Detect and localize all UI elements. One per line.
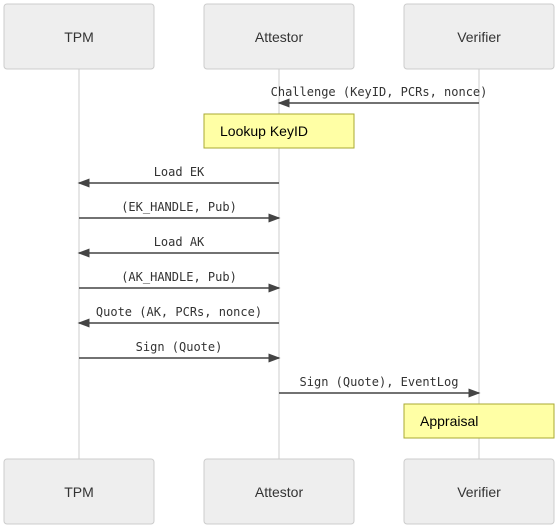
actor-label: TPM (64, 29, 94, 45)
message-label: (AK_HANDLE, Pub) (121, 270, 237, 284)
message-label: Sign (Quote), EventLog (300, 375, 459, 389)
actor-attestor-top: Attestor (203, 3, 355, 70)
note: Appraisal (403, 403, 555, 439)
actor-label: TPM (64, 484, 94, 500)
actor-tpm-bottom: TPM (3, 458, 155, 525)
actor-attestor-bottom: Attestor (203, 458, 355, 525)
actor-label: Attestor (255, 484, 304, 500)
actor-verifier-bottom: Verifier (403, 458, 555, 525)
actor-label: Verifier (457, 29, 501, 45)
actor-label: Attestor (255, 29, 304, 45)
message: Sign (Quote) (79, 340, 281, 363)
message-label: Challenge (KeyID, PCRs, nonce) (271, 85, 488, 99)
note-label: Lookup KeyID (220, 123, 308, 139)
message-label: Load AK (154, 235, 205, 249)
actor-tpm-top: TPM (3, 3, 155, 70)
message-label: Sign (Quote) (136, 340, 223, 354)
message-label: Load EK (154, 165, 205, 179)
message: Load AK (77, 235, 279, 258)
message: Challenge (KeyID, PCRs, nonce) (271, 85, 488, 108)
note-label: Appraisal (420, 413, 478, 429)
message: Quote (AK, PCRs, nonce) (77, 305, 279, 328)
message: (AK_HANDLE, Pub) (79, 270, 281, 293)
actor-label: Verifier (457, 484, 501, 500)
note: Lookup KeyID (203, 113, 355, 149)
message: Load EK (77, 165, 279, 188)
message: Sign (Quote), EventLog (279, 375, 481, 398)
message-label: (EK_HANDLE, Pub) (121, 200, 237, 214)
message-label: Quote (AK, PCRs, nonce) (96, 305, 262, 319)
message: (EK_HANDLE, Pub) (79, 200, 281, 223)
sequence-diagram: TPM TPM Attestor Attestor Verifier Verifier C… (3, 3, 555, 525)
actor-verifier-top: Verifier (403, 3, 555, 70)
